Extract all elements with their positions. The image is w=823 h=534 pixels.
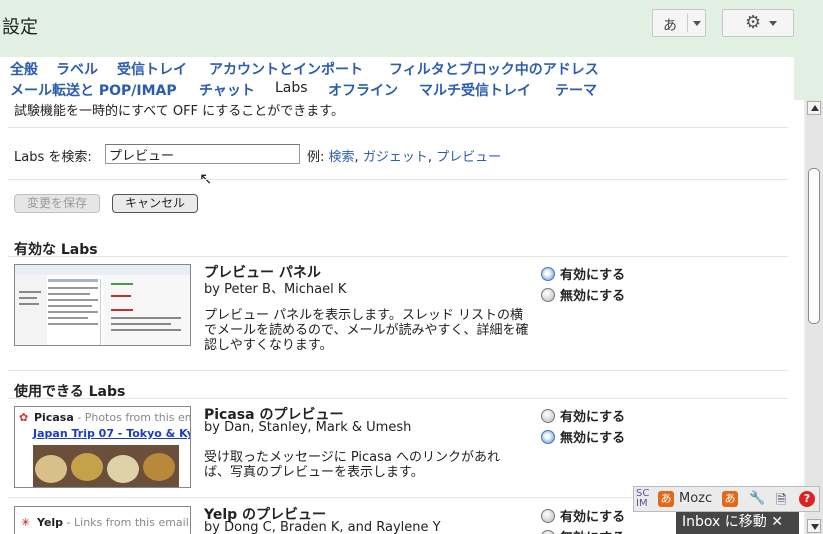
tab-offline[interactable]: オフライン [328,80,398,100]
tab-chat[interactable]: チャット [199,80,255,100]
dictionary-icon[interactable]: 🗎 [776,491,786,513]
scrollbar-thumb[interactable] [808,168,820,324]
tab-inbox[interactable]: 受信トレイ [117,59,187,79]
page-title: 設定 [2,17,38,38]
lab-author: by Dong C, Braden K, and Raylene Y [204,520,441,534]
scroll-down-button[interactable] [807,519,821,533]
arrow-down-icon [811,524,819,530]
arrow-up-icon [811,105,819,111]
search-label: Labs を検索: [14,150,92,165]
cancel-button[interactable]: キャンセル [112,194,198,213]
picasa-preview-thumbnail: ✿ Picasa - Photos from this email Japan … [14,406,191,488]
wrench-icon[interactable]: 🔧 [749,491,765,506]
disable-label: 無効にする [560,431,626,446]
enable-radio[interactable]: 有効にする [541,506,625,525]
disable-radio[interactable]: 無効にする [541,427,625,446]
chevron-down-icon [693,21,701,26]
example-link-preview[interactable]: プレビュー [436,150,501,165]
mozc-label: Mozc [679,491,713,506]
tab-filters[interactable]: フィルタとブロック中のアドレス [389,59,599,79]
divider [687,14,688,32]
divider [8,127,788,128]
tab-multiple-inboxes[interactable]: マルチ受信トレイ [419,80,531,100]
mozc-logo-icon[interactable]: あ [658,491,674,507]
vertical-scrollbar[interactable] [806,100,823,534]
help-icon[interactable]: ? [799,491,815,507]
enable-label: 有効にする [560,268,626,283]
divider [8,398,788,399]
enable-radio[interactable]: 有効にする [541,264,625,283]
chevron-down-icon [769,21,777,26]
enable-label: 有効にする [560,410,626,425]
divider [8,179,788,180]
tab-themes[interactable]: テーマ [555,80,597,100]
radio-selected-icon [541,430,555,444]
scim-icon[interactable]: SC IM [636,489,649,509]
labs-settings-panel: 試験機能を一時的にすべて OFF にすることができます。 Labs を検索: ↖… [0,100,804,534]
lab-author: by Peter B、Michael K [204,282,347,297]
radio-selected-icon [541,267,555,281]
yelp-thumb-brand: Yelp [37,516,64,529]
tab-labels[interactable]: ラベル [56,59,98,79]
yelp-thumb-header: Yelp - Links from this email [37,516,189,529]
tab-accounts[interactable]: アカウントとインポート [209,59,363,79]
tab-general[interactable]: 全般 [10,59,38,79]
preview-pane-thumbnail [14,264,191,346]
divider [8,370,788,371]
picasa-thumb-brand: Picasa [34,411,74,424]
picasa-logo-icon: ✿ [19,411,29,424]
yelp-thumb-sub: - Links from this email [63,516,189,529]
tab-labs[interactable]: Labs [275,80,308,96]
radio-unselected-icon [541,288,555,302]
divider [8,256,788,257]
settings-button[interactable]: ⚙ [722,9,794,37]
picasa-thumb-link: Japan Trip 07 - Tokyo & Kyoto [33,427,190,440]
yelp-preview-thumbnail: ✳ Yelp - Links from this email [14,506,191,534]
disable-label: 無効にする [560,289,626,304]
enable-radio[interactable]: 有効にする [541,406,625,425]
labs-search-input[interactable] [105,144,300,164]
radio-unselected-icon [541,509,555,523]
yelp-logo-icon: ✳ [21,516,31,529]
lab-description: プレビュー パネルを表示します。スレッド リストの横でメールを読めるので、メール… [204,308,529,353]
picasa-thumb-sub: - Photos from this email [77,411,190,424]
radio-unselected-icon [541,409,555,423]
tab-forwarding[interactable]: メール転送と POP/IMAP [10,80,177,100]
disable-radio[interactable]: 無効にする [541,285,625,304]
disable-radio[interactable]: 無効にする [541,527,625,534]
go-to-inbox-link[interactable]: Inbox に移動 ✕ [676,512,799,534]
enable-label: 有効にする [560,510,626,525]
radio-unselected-icon [541,530,555,534]
input-mode-button[interactable]: あ [722,491,738,507]
lab-author: by Dan, Stanley, Mark & Umesh [204,420,412,435]
example-link-gadget[interactable]: ガジェット [363,150,428,165]
lab-description: 受け取ったメッセージに Picasa へのリンクがあれば、写真のプレビューを表示… [204,450,501,480]
example-link-search[interactable]: 検索 [329,150,355,165]
intro-text: 試験機能を一時的にすべて OFF にすることができます。 [14,104,344,119]
input-method-button[interactable]: あ [652,9,706,37]
examples: 例: 検索, ガジェット, プレビュー [307,150,502,165]
picasa-thumb-header: Picasa - Photos from this email [34,411,190,424]
save-button[interactable]: 変更を保存 [14,194,100,213]
mozc-toolbar: SC IM あ Mozc あ 🔧 🗎 ? [633,486,820,512]
settings-tabs: 全般 ラベル 受信トレイ アカウントとインポート フィルタとブロック中のアドレス… [0,57,794,100]
input-method-char: あ [663,18,677,34]
gear-icon: ⚙ [745,12,762,33]
scroll-up-button[interactable] [807,101,821,115]
example-label: 例: [307,150,325,165]
